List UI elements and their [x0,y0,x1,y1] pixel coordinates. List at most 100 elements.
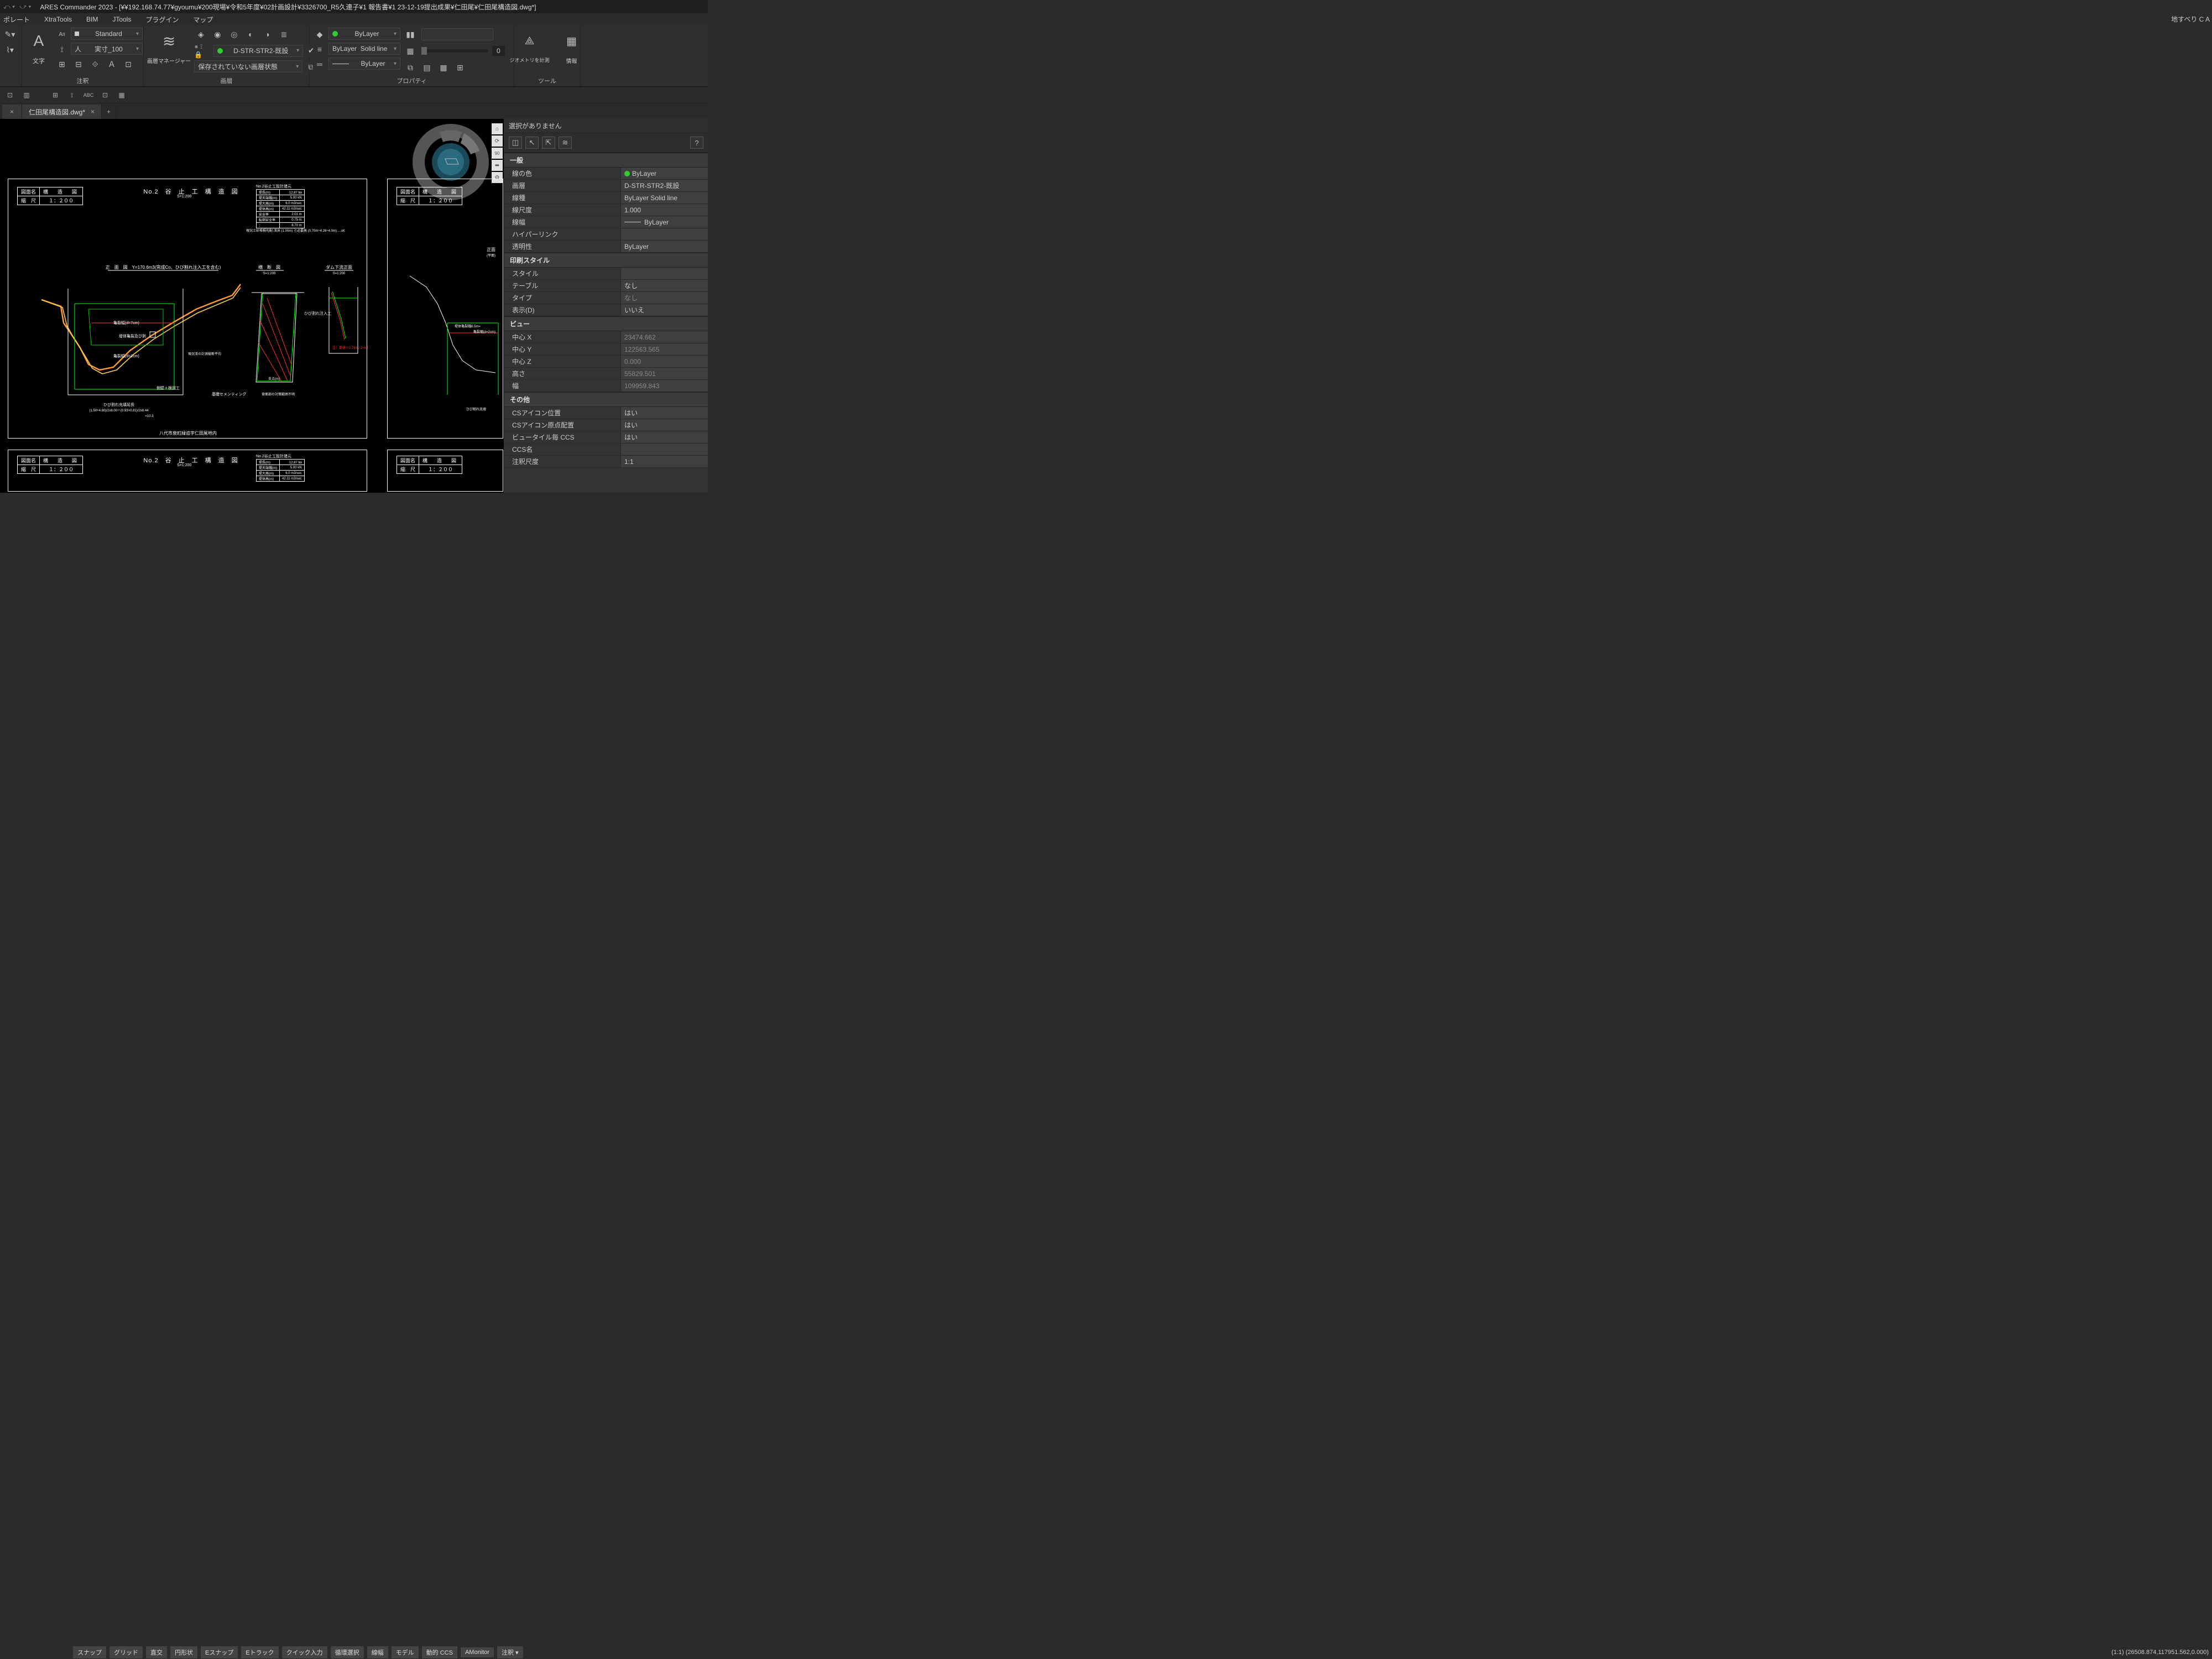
property-value[interactable]: ByLayer Solid line [620,192,708,204]
property-row[interactable]: 線尺度1.000 [504,204,708,216]
property-value[interactable]: D-STR-STR2-既設 [620,180,708,191]
layer-tool-icon[interactable]: ◎ [227,28,241,41]
property-row[interactable]: 中心 X23474.662 [504,331,708,343]
prop-cursor-icon[interactable]: ↖ [525,137,539,149]
rotate90-icon[interactable]: 90 [492,148,503,159]
sb-button[interactable]: AMonitor [461,1647,494,1657]
layer-tool-icon[interactable]: ◈ [194,28,207,41]
draw-icon2[interactable]: ⌇▾ [3,43,17,56]
color-combo[interactable]: ByLayer▾ [328,28,400,40]
property-row[interactable]: 高さ55829.501 [504,368,708,380]
property-row[interactable]: CCS名 [504,444,708,456]
property-row[interactable]: ハイパーリンク [504,228,708,241]
anno-icon[interactable]: Ａ [105,58,118,71]
dimstyle-icon[interactable]: ⟟ [55,43,69,56]
anno-icon[interactable]: ⊞ [55,58,69,71]
property-row[interactable]: 線種ByLayer Solid line [504,192,708,204]
lineweight-icon[interactable]: ═ [313,58,326,71]
layer-manager-icon[interactable]: ≋ [156,28,182,54]
home-icon[interactable]: ⌂ [492,123,503,134]
property-row[interactable]: 中心 Z0.000 [504,356,708,368]
close-icon[interactable]: × [91,108,95,116]
layer-tool-icon[interactable]: ◐ [244,28,257,41]
prop-tool-icon[interactable]: ▦ [437,61,450,74]
anno-icon[interactable]: ⊟ [72,58,85,71]
prop-tool-icon[interactable]: ▤ [420,61,434,74]
property-value[interactable]: はい [620,431,708,443]
property-value[interactable]: はい [620,407,708,419]
text-style-combo[interactable]: Standard▾ [71,28,143,40]
sb-button[interactable]: 円形状 [170,1646,197,1658]
text-icon[interactable]: A [25,28,52,54]
property-value[interactable]: 23474.662 [620,331,708,343]
property-row[interactable]: ビュータイル毎 CCSはい [504,431,708,444]
section-printstyle[interactable]: 印刷スタイル [504,253,708,268]
property-value[interactable]: ByLayer [620,168,708,179]
layer-tool-icon[interactable]: ◑ [260,28,274,41]
property-value[interactable] [620,228,708,240]
sb-button[interactable]: Eスナップ [201,1646,238,1658]
layer-state-combo[interactable]: 保存されていない画層状態▾ [194,60,302,72]
opacity-input[interactable] [421,28,493,40]
property-row[interactable]: 線の色ByLayer [504,168,708,180]
sb-button[interactable]: 動的 CCS [422,1646,457,1658]
property-value[interactable]: 122563.565 [620,343,708,355]
sb-button[interactable]: グリッド [109,1646,143,1658]
sb-button[interactable]: 循環選択 [331,1646,364,1658]
prop-tool-icon[interactable]: ⊞ [453,61,467,74]
sb-button[interactable]: Eトラック [241,1646,278,1658]
anno-icon[interactable]: ⊡ [122,58,135,71]
draw-icon[interactable]: ✎▾ [3,28,17,41]
property-value[interactable]: なし [620,280,708,291]
property-row[interactable]: 幅109959.843 [504,380,708,392]
layer-tool-icon[interactable]: ≣ [277,28,290,41]
info-icon[interactable]: ▦ [559,28,585,54]
property-value[interactable]: ByLayer [620,216,708,228]
tool-icon[interactable]: ⊡ [4,90,15,100]
property-row[interactable]: 透明性ByLayer [504,241,708,253]
property-row[interactable]: スタイル [504,268,708,280]
tab-add[interactable]: + [102,105,116,119]
property-value[interactable]: なし [620,292,708,304]
menu-item[interactable]: マップ [193,15,213,24]
tool-icon[interactable]: ⊞ [50,90,61,100]
menu-item[interactable]: XtraTools [44,15,72,23]
property-row[interactable]: 中心 Y122563.565 [504,343,708,356]
property-value[interactable]: 109959.843 [620,380,708,392]
property-row[interactable]: 線幅ByLayer [504,216,708,228]
menu-item[interactable]: BIM [86,15,98,23]
layer-tool-icon[interactable]: ◉ [211,28,224,41]
property-value[interactable]: 0.000 [620,356,708,367]
prop-tool-icon[interactable]: ⧉ [404,61,417,74]
transparency-icon[interactable]: ▦ [404,44,417,58]
property-value[interactable]: ByLayer [620,241,708,252]
help-icon[interactable]: ? [690,137,703,149]
tab-active[interactable]: 仁田尾構造図.dwg* × [22,105,102,119]
section-other[interactable]: その他 [504,392,708,407]
section-general[interactable]: 一般 [504,153,708,168]
menu-item[interactable]: プラグイン [145,15,179,24]
measure-icon[interactable]: ⟁ [517,28,543,54]
property-value[interactable] [620,268,708,279]
anno-icon[interactable]: ⟐ [88,58,102,71]
property-row[interactable]: テーブルなし [504,280,708,292]
property-row[interactable]: CSアイコン位置はい [504,407,708,419]
property-row[interactable]: 画層D-STR-STR2-既設 [504,180,708,192]
pan-icon[interactable]: ⬌ [492,160,503,171]
sb-button[interactable]: クイック入力 [282,1646,327,1658]
section-view[interactable]: ビュー [504,316,708,331]
prop-edit-icon[interactable]: ◫ [509,137,522,149]
close-icon[interactable]: × [10,108,14,116]
sb-button[interactable]: スナップ [73,1646,106,1658]
sb-button[interactable]: モデル [392,1646,419,1658]
dim-style-combo[interactable]: 人実寸_100▾ [71,43,143,55]
color-icon[interactable]: ◆ [313,28,326,41]
property-value[interactable] [620,444,708,455]
menu-item[interactable]: JTools [112,15,131,23]
linetype-combo[interactable]: ByLayer Solid line▾ [328,43,400,55]
textstyle-icon[interactable]: AII [55,28,69,41]
rotate-icon[interactable]: ⟳ [492,135,503,147]
model-viewport[interactable]: ⌂ ⟳ 90 ⬌ ⚙ 図面名構 造 図 縮 尺１：２００ No.2 谷 止 工 … [0,119,504,493]
tool-icon[interactable]: ▦ [116,90,127,100]
menu-item[interactable]: ポレート [3,15,30,24]
